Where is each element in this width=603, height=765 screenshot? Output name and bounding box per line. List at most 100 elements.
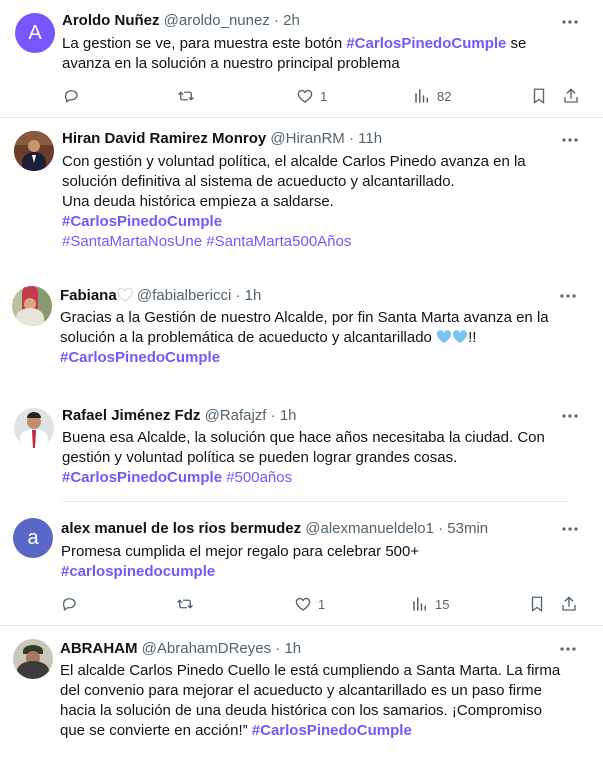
reply-icon (64, 90, 78, 103)
like-count: 1 (320, 88, 328, 104)
retweet-button[interactable] (176, 594, 194, 614)
views-button[interactable]: 15 (411, 594, 449, 614)
hashtag-link[interactable]: #SantaMartaNosUne (62, 233, 202, 250)
more-icon[interactable] (560, 12, 580, 32)
tweet-header: Hiran David Ramirez Monroy @HiranRM · 11… (62, 129, 382, 149)
separator-dot: · (438, 520, 444, 537)
reply-icon (62, 598, 76, 611)
profile-photo (12, 286, 52, 326)
tweet-text: El alcalde Carlos Pinedo Cuello le está … (60, 661, 560, 741)
user-handle[interactable]: @aroldo_nunez (164, 12, 270, 29)
views-count: 15 (435, 596, 450, 612)
text-line: Una deuda histórica empieza a saldarse. (62, 193, 334, 210)
views-button[interactable]: 82 (413, 86, 451, 106)
tweet-text: La gestion se ve, para muestra este botó… (62, 34, 526, 74)
hashtag-link[interactable]: #500años (226, 469, 292, 486)
text-line: solución a la problemática de acueducto … (60, 329, 437, 346)
tweet[interactable]: Fabiana @fabialbericci · 1h Gracias a la… (0, 268, 603, 390)
tweet[interactable]: Rafael Jiménez Fdz @Rafajzf · 1h Buena e… (0, 390, 603, 502)
user-name[interactable]: Aroldo Nuñez (62, 12, 160, 29)
separator-dot: · (273, 12, 279, 29)
timestamp[interactable]: 1h (280, 407, 297, 424)
avatar[interactable] (13, 639, 53, 679)
retweet-icon (177, 599, 193, 609)
text-segment: !! (468, 329, 477, 346)
tweet-text: Buena esa Alcalde, la solución que hace … (62, 428, 545, 488)
user-handle[interactable]: @AbrahamDReyes (142, 640, 271, 657)
avatar[interactable] (14, 408, 54, 448)
more-icon[interactable] (560, 519, 580, 539)
hashtag-link[interactable]: #CarlosPinedoCumple (62, 469, 222, 486)
avatar[interactable] (12, 286, 52, 326)
bookmark-button[interactable] (528, 594, 546, 614)
text-line: Buena esa Alcalde, la solución que hace … (62, 429, 545, 446)
tweet[interactable]: Hiran David Ramirez Monroy @HiranRM · 11… (0, 118, 603, 268)
tweet-text: Promesa cumplida el mejor regalo para ce… (61, 542, 419, 582)
user-handle[interactable]: @HiranRM (270, 130, 344, 147)
avatar[interactable]: a (13, 518, 53, 558)
avatar[interactable] (14, 131, 54, 171)
more-icon[interactable] (558, 286, 578, 306)
bookmark-icon (531, 596, 543, 612)
user-handle[interactable]: @alexmanueldelo1 (305, 520, 434, 537)
profile-photo (14, 408, 54, 448)
hashtag-link[interactable]: #CarlosPinedoCumple (60, 349, 220, 366)
text-line: solución definitiva al sistema de acuedu… (62, 173, 455, 190)
retweet-button[interactable] (177, 86, 195, 106)
like-button[interactable]: 1 (296, 86, 327, 106)
user-handle[interactable]: @Rafajzf (205, 407, 267, 424)
like-count: 1 (318, 596, 326, 612)
user-name[interactable]: ABRAHAM (60, 640, 138, 657)
more-icon[interactable] (558, 639, 578, 659)
user-name[interactable]: alex manuel de los rios bermudez (61, 520, 301, 537)
timestamp[interactable]: 1h (284, 640, 301, 657)
text-line: Gracias a la Gestión de nuestro Alcalde,… (60, 309, 549, 326)
tweet[interactable]: ABRAHAM @AbrahamDReyes · 1h El alcalde C… (0, 626, 603, 765)
text-line: hacia la solución de una deuda histórica… (60, 702, 542, 719)
separator-dot: · (270, 407, 276, 424)
white-heart-icon (117, 288, 133, 302)
tweet-text: Gracias a la Gestión de nuestro Alcalde,… (60, 308, 549, 368)
hashtag-link[interactable]: #carlospinedocumple (61, 563, 215, 580)
share-icon (564, 88, 578, 103)
tweet-header: ABRAHAM @AbrahamDReyes · 1h (60, 639, 301, 659)
text-line: El alcalde Carlos Pinedo Cuello le está … (60, 662, 561, 679)
hashtag-link[interactable]: #SantaMarta500Años (206, 233, 351, 250)
profile-photo (13, 639, 53, 679)
reply-button[interactable] (60, 594, 78, 614)
timestamp[interactable]: 11h (358, 130, 382, 147)
profile-photo (14, 131, 54, 171)
text-segment: se (506, 35, 527, 52)
timestamp[interactable]: 53min (447, 520, 488, 537)
user-handle[interactable]: @fabialbericci (137, 287, 231, 304)
user-name[interactable]: Rafael Jiménez Fdz (62, 407, 200, 424)
views-icon (413, 597, 426, 611)
share-button[interactable] (560, 594, 578, 614)
timestamp[interactable]: 1h (245, 287, 262, 304)
avatar[interactable]: A (15, 13, 55, 53)
views-count: 82 (437, 88, 452, 104)
avatar-letter: A (28, 21, 42, 44)
share-button[interactable] (562, 86, 580, 106)
reply-button[interactable] (62, 86, 80, 106)
user-name[interactable]: Hiran David Ramirez Monroy (62, 130, 266, 147)
text-line: del convenio para mejorar el acueducto y… (60, 682, 542, 699)
tweet-text: Con gestión y voluntad política, el alca… (62, 152, 526, 252)
retweet-icon (178, 91, 194, 101)
bookmark-button[interactable] (530, 86, 548, 106)
text-line: gestión y voluntad política se pueden lo… (62, 449, 458, 466)
timestamp[interactable]: 2h (283, 12, 300, 29)
more-icon[interactable] (560, 130, 580, 150)
hashtag-link[interactable]: #CarlosPinedoCumple (346, 35, 506, 52)
user-name[interactable]: Fabiana (60, 287, 117, 304)
hashtag-link[interactable]: #CarlosPinedoCumple (252, 722, 412, 739)
bookmark-icon (533, 88, 545, 104)
text-line: Con gestión y voluntad política, el alca… (62, 153, 526, 170)
tweet[interactable]: a alex manuel de los rios bermudez @alex… (0, 502, 603, 626)
text-segment: avanza en la solución a nuestro principa… (62, 55, 400, 72)
tweet[interactable]: A Aroldo Nuñez @aroldo_nunez · 2h La ges… (0, 0, 603, 118)
hashtag-link[interactable]: #CarlosPinedoCumple (62, 213, 222, 230)
views-icon (415, 89, 428, 103)
more-icon[interactable] (560, 406, 580, 426)
like-button[interactable]: 1 (294, 594, 325, 614)
